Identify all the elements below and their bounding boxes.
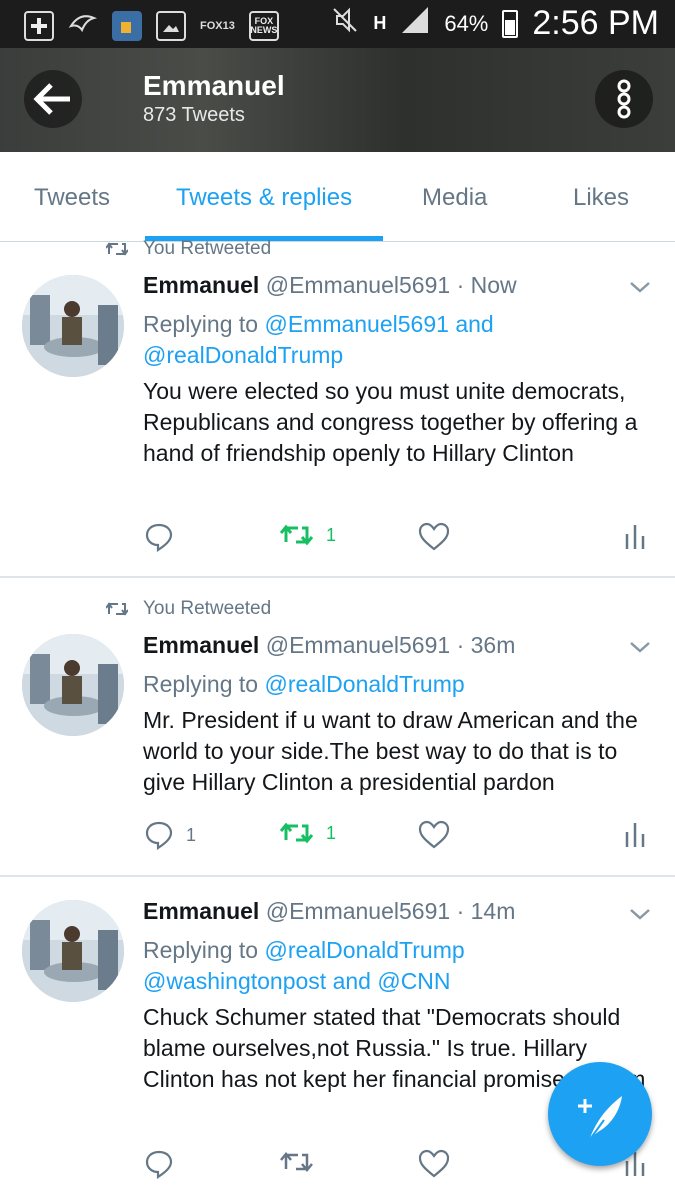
- reply-count: 1: [186, 824, 197, 845]
- tab-tweets-replies[interactable]: Tweets & replies: [176, 184, 352, 212]
- more-options-button[interactable]: [595, 70, 653, 128]
- retweet-count: 1: [326, 524, 337, 545]
- tab-media[interactable]: Media: [422, 184, 487, 212]
- analytics-icon: [625, 823, 645, 847]
- retweet-icon: [280, 1152, 313, 1172]
- reply-mention[interactable]: @Emmanuel5691: [264, 311, 448, 337]
- chevron-down-icon[interactable]: [628, 280, 652, 294]
- profile-header: Emmanuel 873 Tweets: [0, 48, 675, 152]
- h-network-icon: H: [373, 13, 387, 33]
- image-icon: [156, 10, 186, 41]
- retweeted-label: You Retweeted: [143, 598, 272, 619]
- tweet-time: · 14m: [456, 898, 516, 924]
- chevron-down-icon[interactable]: [628, 907, 652, 921]
- tweet-count: 873 Tweets: [143, 104, 245, 126]
- replying-to: Replying to @realDonaldTrump @washington…: [143, 935, 663, 997]
- tweet-time: · Now: [456, 272, 517, 298]
- reply-and: and: [332, 968, 371, 994]
- reply-button[interactable]: 1: [144, 820, 196, 850]
- avatar[interactable]: [22, 634, 124, 736]
- avatar-photo: [22, 634, 124, 736]
- heart-icon: [418, 1149, 450, 1178]
- tweet-header: Emmanuel @Emmanuel5691 · 36m: [143, 632, 515, 659]
- compose-tweet-button[interactable]: [548, 1062, 652, 1166]
- tweet-time: · 36m: [456, 632, 516, 658]
- reply-button[interactable]: [144, 522, 186, 552]
- reply-mention[interactable]: @washingtonpost: [143, 968, 326, 994]
- more-vertical-icon: [617, 79, 631, 119]
- replying-to: Replying to @realDonaldTrump: [143, 669, 663, 700]
- author-name[interactable]: Emmanuel: [143, 898, 259, 924]
- analytics-icon: [625, 525, 645, 549]
- back-button[interactable]: [24, 70, 82, 128]
- tweet-actions: 1: [0, 522, 675, 562]
- tweet-header: Emmanuel @Emmanuel5691 · Now: [143, 272, 517, 299]
- avatar[interactable]: [22, 275, 124, 377]
- tab-likes[interactable]: Likes: [573, 184, 629, 212]
- reply-icon: [145, 821, 173, 850]
- reply-mention[interactable]: @realDonaldTrump: [264, 937, 464, 963]
- like-button[interactable]: [418, 522, 462, 552]
- tweet-text: Mr. President if u want to draw American…: [143, 707, 638, 795]
- chevron-down-icon[interactable]: [628, 640, 652, 654]
- battery-icon: [502, 9, 519, 38]
- tweet-item[interactable]: You Retweeted Emmanuel @Emmanuel5691 · N…: [0, 238, 675, 576]
- profile-name: Emmanuel: [143, 70, 285, 101]
- replying-prefix: Replying to: [143, 671, 259, 697]
- author-handle[interactable]: @Emmanuel5691: [266, 632, 450, 658]
- reply-mention[interactable]: @realDonaldTrump: [143, 342, 343, 368]
- reply-mention[interactable]: @realDonaldTrump: [264, 671, 464, 697]
- fox13-icon: FOX13: [200, 19, 235, 32]
- reply-icon: [145, 1150, 173, 1179]
- profile-tabs: Tweets Tweets & replies Media Likes: [0, 152, 675, 242]
- author-name[interactable]: Emmanuel: [143, 272, 259, 298]
- retweet-icon: [280, 524, 314, 546]
- replying-to: Replying to @Emmanuel5691 and @realDonal…: [143, 309, 663, 371]
- retweet-icon: [280, 822, 314, 844]
- bird-icon: [68, 8, 98, 43]
- tweet-text: You were elected so you must unite democ…: [143, 378, 638, 466]
- clock: 2:56 PM: [532, 4, 659, 42]
- notification-icons: FOX13 FOX NEWS: [24, 8, 279, 43]
- tweet-actions: 1 1: [0, 820, 675, 860]
- analytics-button[interactable]: [624, 820, 646, 848]
- tab-tweets[interactable]: Tweets: [34, 184, 110, 212]
- retweeted-label: You Retweeted: [143, 238, 272, 259]
- retweet-button[interactable]: 1: [280, 820, 336, 846]
- mute-icon: [331, 6, 359, 41]
- like-button[interactable]: [418, 820, 462, 850]
- plus-icon: [24, 10, 54, 41]
- retweet-count: 1: [326, 822, 337, 843]
- author-name[interactable]: Emmanuel: [143, 632, 259, 658]
- avatar-photo: [22, 275, 124, 377]
- battery-percent: 64%: [444, 10, 489, 36]
- retweet-button[interactable]: [280, 1149, 326, 1175]
- tweet-item[interactable]: You Retweeted Emmanuel @Emmanuel5691 · 3…: [0, 578, 675, 875]
- author-handle[interactable]: @Emmanuel5691: [266, 898, 450, 924]
- heart-icon: [418, 522, 450, 551]
- like-button[interactable]: [418, 1149, 462, 1179]
- status-right: H 64% 2:56 PM: [331, 4, 659, 43]
- foxnews-icon: FOX NEWS: [248, 10, 279, 41]
- replying-prefix: Replying to: [143, 937, 259, 963]
- signal-icon: [400, 5, 430, 42]
- cup-icon: [112, 10, 142, 41]
- avatar[interactable]: [22, 900, 124, 1002]
- reply-and: and: [455, 311, 494, 337]
- analytics-button[interactable]: [624, 522, 646, 550]
- retweet-icon: [106, 242, 128, 256]
- reply-button[interactable]: [144, 1149, 186, 1179]
- heart-icon: [418, 820, 450, 849]
- avatar-photo: [22, 900, 124, 1002]
- compose-feather-icon: [578, 1096, 622, 1143]
- retweet-button[interactable]: 1: [280, 522, 336, 548]
- status-bar: FOX13 FOX NEWS H 64% 2:56 PM: [0, 0, 675, 48]
- replying-prefix: Replying to: [143, 311, 259, 337]
- tweet-header: Emmanuel @Emmanuel5691 · 14m: [143, 898, 515, 925]
- retweet-icon: [106, 602, 128, 616]
- author-handle[interactable]: @Emmanuel5691: [266, 272, 450, 298]
- arrow-left-icon: [33, 83, 70, 115]
- reply-mention[interactable]: @CNN: [377, 968, 450, 994]
- reply-icon: [145, 523, 173, 552]
